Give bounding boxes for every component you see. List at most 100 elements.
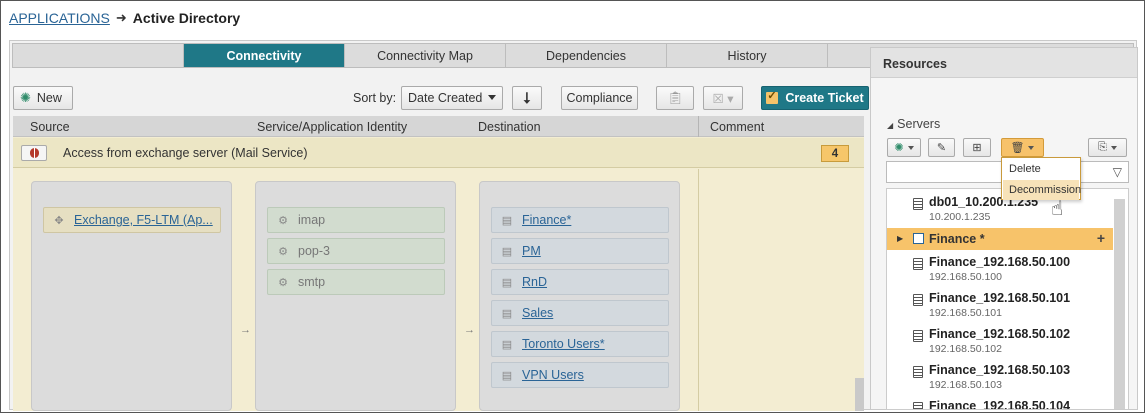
plus-icon[interactable]: + [1097, 230, 1105, 246]
add-resource-button[interactable]: ✺ [887, 138, 921, 157]
rule-type-icon[interactable] [21, 145, 47, 161]
tab-connectivity-map[interactable]: Connectivity Map [345, 44, 506, 67]
server-ip: 192.168.50.100 [929, 271, 1002, 283]
service-label: smtp [298, 275, 326, 289]
server-icon [913, 198, 923, 210]
servers-section-label: Servers [897, 117, 941, 131]
server-ip: 192.168.50.102 [929, 343, 1002, 355]
tree-icon: ⊞ [972, 142, 982, 154]
column-header-source[interactable]: Source [30, 120, 70, 134]
list-item[interactable]: ⚙ smtp [267, 269, 445, 295]
list-item[interactable]: ▤ Finance* [491, 207, 669, 233]
column-header-destination[interactable]: Destination [478, 120, 541, 134]
compliance-button[interactable]: Compliance [561, 86, 638, 110]
list-item[interactable]: ▤ RnD [491, 269, 669, 295]
server-name: Finance_192.168.50.101 [929, 291, 1071, 305]
arrow-right-icon: → [464, 324, 475, 336]
servers-section-toggle[interactable]: ◢ Servers [887, 117, 940, 131]
chevron-down-icon [488, 95, 496, 100]
server-name: Finance_192.168.50.104 [929, 399, 1071, 410]
chevron-down-icon [1028, 145, 1035, 150]
server-ip: 10.200.1.235 [929, 211, 991, 223]
source-link[interactable]: Exchange, F5-LTM (Ap... [74, 213, 213, 227]
rule-title: Access from exchange server (Mail Servic… [63, 146, 308, 160]
service-label: imap [298, 213, 326, 227]
trash-icon: 🗑︎ [1010, 142, 1025, 154]
list-item[interactable]: ▤ Sales [491, 300, 669, 326]
ticket-icon [766, 89, 779, 104]
server-ip: 192.168.50.103 [929, 379, 1002, 391]
pencil-icon: ✎ [936, 142, 947, 154]
column-header-comment[interactable]: Comment [710, 120, 764, 134]
filter-icon[interactable]: ▽ [1113, 165, 1122, 179]
chevron-down-icon [907, 145, 914, 150]
list-item[interactable]: ▤ PM [491, 238, 669, 264]
edit-button[interactable]: ✎ [928, 138, 955, 157]
list-item[interactable]: ▤ Toronto Users* [491, 331, 669, 357]
tab-history[interactable]: History [667, 44, 828, 67]
remove-button[interactable]: ☒ ▾ [703, 86, 743, 110]
sort-label: Sort by: [353, 91, 397, 105]
server-icon [913, 330, 923, 342]
clipboard-icon: 📋︎ [667, 90, 683, 105]
copy-dropdown-button[interactable]: ⎘ [1088, 138, 1127, 157]
server-icon [913, 366, 923, 378]
source-column: ✥ Exchange, F5-LTM (Ap... [31, 181, 232, 411]
destination-link[interactable]: Toronto Users* [522, 337, 605, 351]
server-icon [913, 258, 923, 270]
destination-link[interactable]: PM [522, 244, 541, 258]
group-icon [913, 233, 924, 244]
group-row-finance[interactable]: ▶ Finance * + [887, 228, 1113, 250]
list-item[interactable]: ✥ Exchange, F5-LTM (Ap... [43, 207, 221, 233]
breadcrumb-applications-link[interactable]: APPLICATIONS [9, 10, 110, 26]
destination-link[interactable]: RnD [522, 275, 547, 289]
destination-link[interactable]: Sales [522, 306, 553, 320]
gear-plus-icon: ✺ [20, 90, 31, 105]
list-item[interactable]: ⚙ pop-3 [267, 238, 445, 264]
sort-direction-button[interactable]: ⭣ [512, 86, 542, 110]
rule-count-badge[interactable]: 4 [821, 145, 849, 162]
menu-item-delete[interactable]: Delete [1003, 159, 1079, 179]
sort-select[interactable]: Date Created [401, 86, 503, 110]
new-button[interactable]: ✺ New [13, 86, 73, 110]
service-label: pop-3 [298, 244, 330, 258]
page-title: Active Directory [132, 10, 241, 26]
tab-dependencies[interactable]: Dependencies [506, 44, 667, 67]
triangle-right-icon[interactable]: ▶ [897, 234, 903, 243]
server-list-scrollbar[interactable] [1114, 199, 1125, 409]
server-icon [913, 294, 923, 306]
service-column: ⚙ imap ⚙ pop-3 ⚙ smtp [255, 181, 456, 411]
delete-dropdown-button[interactable]: 🗑︎ [1001, 138, 1044, 157]
document-icon: ▤ [501, 245, 513, 258]
arrow-right-icon: → [240, 324, 251, 336]
arrow-down-icon: ⭣ [523, 89, 531, 107]
group-name: Finance * [929, 232, 985, 246]
list-item[interactable]: ⚙ imap [267, 207, 445, 233]
rule-row[interactable]: Access from exchange server (Mail Servic… [13, 138, 864, 168]
document-icon: ▤ [501, 214, 513, 227]
document-icon: ▤ [501, 307, 513, 320]
grid-scrollbar[interactable] [855, 378, 864, 411]
document-icon: ▤ [501, 369, 513, 382]
list-item[interactable]: ▤ VPN Users [491, 362, 669, 388]
tab-connectivity[interactable]: Connectivity [184, 44, 345, 67]
destination-link[interactable]: VPN Users [522, 368, 584, 382]
column-divider [698, 169, 699, 411]
clipboard-button[interactable]: 📋︎ [656, 86, 694, 110]
tree-view-button[interactable]: ⊞ [963, 138, 991, 157]
destination-link[interactable]: Finance* [522, 213, 571, 227]
service-icon: ⚙ [278, 214, 288, 227]
breadcrumb: APPLICATIONS ➜ Active Directory [9, 8, 240, 28]
tab-spacer [13, 44, 184, 67]
destination-column: ▤ Finance* ▤ PM ▤ RnD ▤ Sales ▤ Toronto … [479, 181, 680, 411]
new-button-label: New [36, 91, 62, 105]
network-node-icon: ✥ [54, 214, 64, 227]
grid-header: Source Service/Application Identity Dest… [13, 116, 864, 137]
delete-menu: Delete Decommission [1001, 157, 1081, 200]
create-ticket-button[interactable]: Create Ticket [761, 86, 869, 110]
resources-title: Resources [871, 48, 1137, 78]
column-header-service[interactable]: Service/Application Identity [257, 120, 407, 134]
triangle-down-icon: ◢ [887, 121, 894, 130]
menu-item-decommission[interactable]: Decommission [1003, 180, 1081, 200]
document-icon: ▤ [501, 338, 513, 351]
